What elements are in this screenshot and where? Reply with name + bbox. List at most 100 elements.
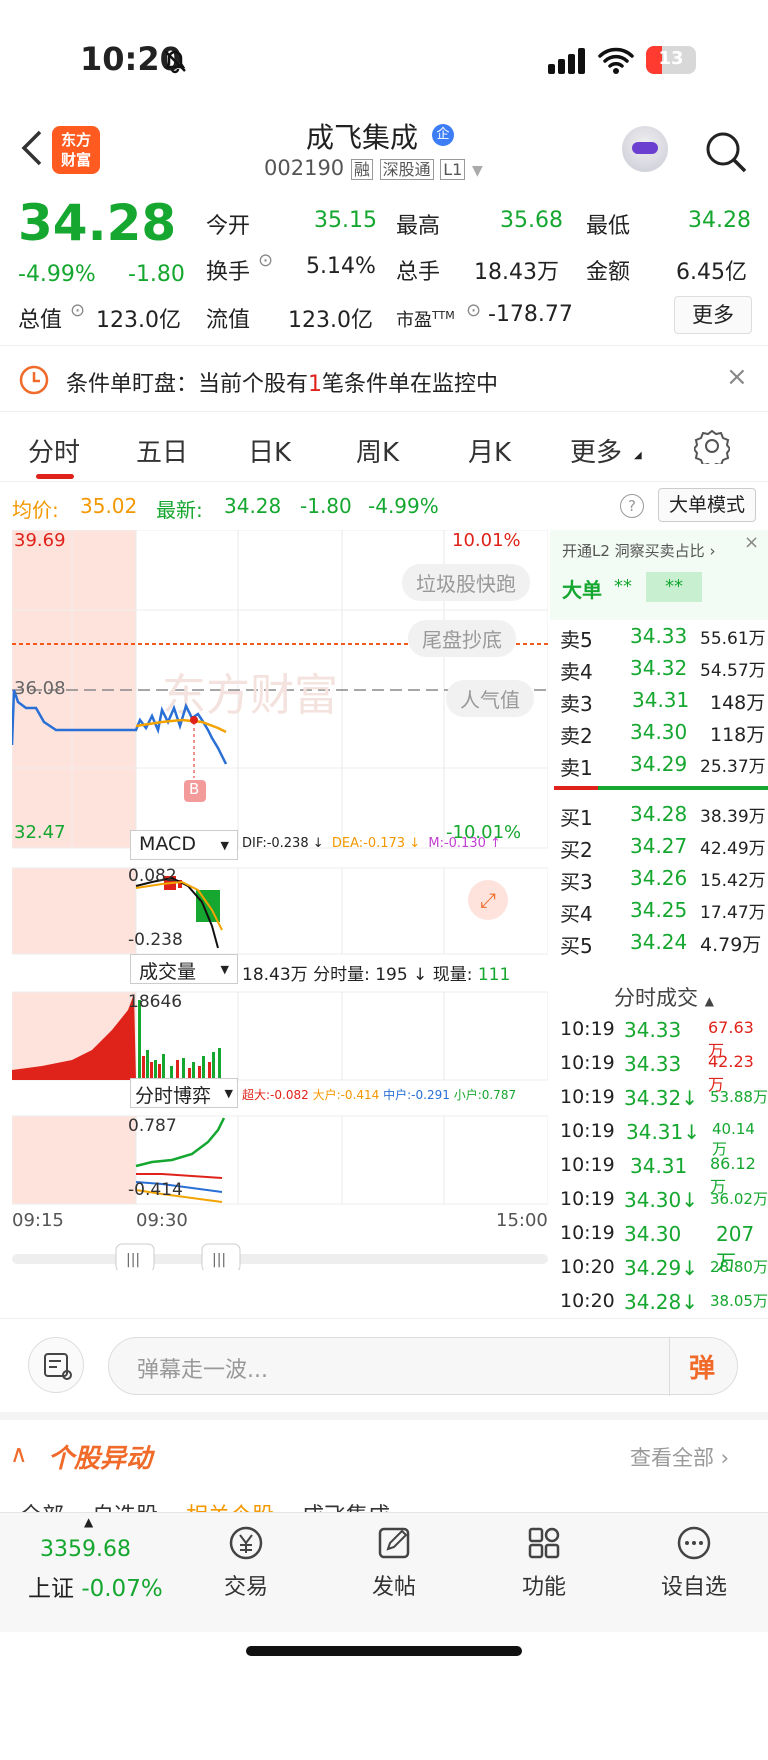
index-row[interactable]: 上证 -0.07% (28, 1569, 163, 1603)
tag-popularity[interactable]: 人气值 (446, 680, 534, 717)
close-icon[interactable]: × (726, 362, 748, 392)
time-end: 15:00 (496, 1210, 548, 1231)
signal-icon (548, 48, 585, 74)
trade-price: 34.30 (624, 1222, 682, 1246)
tab-week-k[interactable]: 周K (356, 432, 399, 469)
close-icon[interactable]: × (744, 532, 759, 553)
tag-level: L1 (440, 159, 466, 180)
trade-time: 10:20 (560, 1256, 615, 1278)
open-value: 35.15 (314, 208, 377, 233)
svg-text:|||: ||| (212, 1252, 226, 1268)
nav-add-watch[interactable]: 设自选 (634, 1523, 754, 1601)
ask-price: 34.33 (630, 624, 688, 648)
logo-text-bottom: 财富 (60, 151, 91, 169)
volume-value: 18.43万 (474, 260, 559, 285)
info-icon[interactable]: ⊙ (70, 300, 85, 321)
chevron-down-icon[interactable]: ▼ (472, 163, 483, 179)
nav-trade[interactable]: 交易 (186, 1523, 306, 1601)
game-super: 超大:-0.082 (242, 1088, 309, 1102)
big-order-label: 大单 (562, 578, 602, 602)
big-order-buy: ** (646, 572, 702, 602)
trade-price: 34.31 (630, 1154, 688, 1178)
volume-selector[interactable]: 成交量 ▼ (130, 954, 238, 984)
tab-day-k[interactable]: 日K (248, 432, 291, 469)
trade-price: 34.30↓ (624, 1188, 699, 1212)
trade-price: 34.31↓ (626, 1120, 701, 1144)
more-button[interactable]: 更多 (674, 296, 752, 334)
nav-trade-label: 交易 (223, 1575, 268, 1600)
macd-selector[interactable]: MACD ▼ (130, 830, 238, 860)
condition-order-banner[interactable]: 条件单盯盘：当前个股有1笔条件单在监控中 × (0, 348, 768, 412)
bid-row[interactable]: 买2 34.27 42.49万 (560, 834, 768, 864)
ask-label: 卖2 (560, 724, 593, 748)
view-all-link[interactable]: 查看全部 › (630, 1442, 729, 1472)
ask-price: 34.30 (630, 720, 688, 744)
avg-label: 均价: (12, 498, 59, 522)
time-open: 09:30 (136, 1210, 188, 1231)
trades-title[interactable]: 分时成交 ▲ (614, 982, 714, 1012)
big-order-mode-button[interactable]: 大单模式 (658, 488, 756, 522)
ask-label: 卖4 (560, 660, 593, 684)
danmaku-send-button[interactable]: 弹 (689, 1348, 715, 1385)
trade-row: 10:19 34.33 42.23万 (560, 1052, 768, 1094)
bid-row[interactable]: 买5 34.24 4.79万 (560, 930, 768, 960)
volume-now: 111 (477, 965, 511, 985)
tab-5day[interactable]: 五日 (136, 432, 188, 469)
nav-functions[interactable]: 功能 (484, 1523, 604, 1601)
tab-intraday[interactable]: 分时 (28, 432, 80, 469)
trade-volume: 53.88万 (710, 1088, 768, 1106)
l2-title-text: 开通L2 洞察买卖占比 (562, 542, 705, 560)
stock-code-row: 002190 融 深股通 L1 ▼ (264, 156, 483, 180)
tab-more[interactable]: 更多 (570, 432, 622, 469)
bid-row[interactable]: 买4 34.25 17.47万 (560, 898, 768, 928)
ask-row[interactable]: 卖1 34.29 25.37万 (560, 752, 768, 782)
expand-icon[interactable]: ⤢ (468, 880, 508, 920)
tag-margin: 融 (350, 159, 373, 180)
caret-up-icon: ▲ (84, 1515, 94, 1529)
buy-marker[interactable]: B (189, 780, 199, 798)
ask-row[interactable]: 卖3 34.31 148万 (560, 688, 768, 718)
bid-volume: 17.47万 (700, 903, 766, 923)
change-amount: -1.80 (128, 262, 185, 287)
nav-post[interactable]: 发帖 (334, 1523, 454, 1601)
index-value[interactable]: 3359.68 (40, 1537, 131, 1562)
grid-icon (528, 1527, 560, 1559)
game-selector[interactable]: 分时博弈 ▼ (130, 1078, 238, 1108)
ask-row[interactable]: 卖4 34.32 54.57万 (560, 656, 768, 686)
ask-row[interactable]: 卖5 34.33 55.61万 (560, 624, 768, 654)
clock-alert-icon (19, 365, 49, 395)
help-icon[interactable]: ? (620, 494, 644, 518)
bid-price: 34.27 (630, 834, 688, 858)
l2-promo[interactable]: 开通L2 洞察买卖占比 › × 大单 ** ** (550, 530, 768, 620)
trade-time: 10:20 (560, 1290, 615, 1312)
quote-panel: 34.28 -4.99% -1.80 总值 ⊙ 123.0亿 今开 35.15 … (0, 192, 768, 346)
tab-month-k[interactable]: 月K (468, 432, 511, 469)
bid-row[interactable]: 买1 34.28 38.39万 (560, 802, 768, 832)
ask-row[interactable]: 卖2 34.30 118万 (560, 720, 768, 750)
y-axis-top: 39.69 (14, 530, 66, 551)
caret-up-icon: ▲ (704, 994, 714, 1008)
tag-junk-stock[interactable]: 垃圾股快跑 (402, 564, 530, 601)
danmaku-settings-icon[interactable] (28, 1337, 84, 1393)
chevron-up-icon[interactable]: ∧ (10, 1440, 28, 1468)
price-info-line: 均价: 35.02 最新: 34.28 -1.80 -4.99% ? 大单模式 (0, 484, 768, 528)
more-caret-icon: ◢ (634, 450, 642, 461)
robot-assistant-icon[interactable] (622, 126, 668, 172)
bid-row[interactable]: 买3 34.26 15.42万 (560, 866, 768, 896)
low-label: 最低 (586, 214, 631, 239)
back-icon[interactable] (18, 128, 44, 168)
chevron-down-icon: ▼ (220, 963, 229, 976)
amount-label: 金额 (586, 260, 631, 285)
info-icon[interactable]: ⊙ (466, 300, 481, 321)
nav-add-watch-label: 设自选 (660, 1575, 727, 1600)
danmaku-input[interactable]: 弹幕走一波... 弹 (108, 1337, 738, 1396)
open-label: 今开 (206, 214, 251, 239)
tag-close-bottom[interactable]: 尾盘抄底 (408, 620, 516, 657)
bid-label: 买2 (560, 838, 593, 862)
volume-label: 成交量 (139, 961, 197, 983)
macd-axis-bottom: -0.238 (128, 930, 183, 950)
info-icon[interactable]: ⊙ (258, 250, 273, 271)
search-icon[interactable] (704, 130, 748, 174)
trade-row: 10:19 34.31 86.12万 (560, 1154, 768, 1196)
gear-icon[interactable] (694, 428, 730, 464)
